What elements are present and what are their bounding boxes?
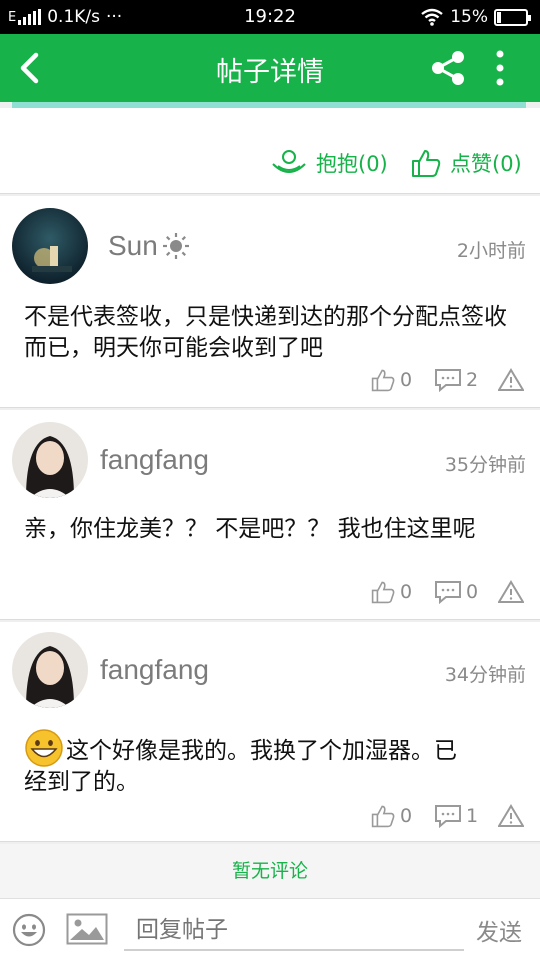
comment-item: fangfang 34分钟前 这个好像是我的。我换了个加湿器。已经到了的。 0 … [0, 622, 540, 842]
reply-count: 1 [466, 805, 479, 827]
comment-item: fangfang 35分钟前 亲，你住龙美？？ 不是吧？？ 我也住这里呢 0 0 [0, 410, 540, 620]
comment-time: 34分钟前 [444, 664, 526, 686]
comment-time: 35分钟前 [444, 454, 526, 476]
like-post-button[interactable]: 点赞(0) [410, 148, 522, 178]
report-button[interactable] [498, 580, 524, 604]
comment-meta: 0 1 [0, 804, 540, 832]
comment-like-button[interactable]: 0 [370, 368, 412, 392]
reply-count: 0 [466, 581, 479, 603]
warning-icon [498, 804, 524, 827]
avatar[interactable] [12, 208, 88, 284]
hug-button[interactable]: 抱抱(0) [270, 148, 388, 178]
avatar[interactable] [12, 632, 88, 708]
status-right: 15% [420, 7, 531, 27]
thumbs-up-icon [371, 805, 395, 828]
thumbs-up-icon [371, 581, 395, 604]
hug-label: 抱抱(0) [316, 152, 388, 176]
battery-icon [494, 8, 531, 26]
reply-count: 2 [466, 369, 479, 391]
username-text: Sun [108, 230, 158, 261]
like-count: 0 [400, 581, 413, 603]
chat-bubble-icon [435, 369, 461, 392]
comment-username[interactable]: Sun [108, 230, 190, 262]
comment-like-button[interactable]: 0 [370, 580, 412, 604]
sun-icon [162, 233, 189, 259]
report-button[interactable] [498, 368, 524, 392]
comment-meta: 0 0 [0, 580, 540, 608]
chat-bubble-icon [435, 805, 461, 828]
avatar[interactable] [12, 422, 88, 498]
chat-bubble-icon [435, 581, 461, 604]
report-button[interactable] [498, 804, 524, 828]
battery-percent: 15% [450, 7, 488, 27]
like-label: 点赞(0) [450, 152, 522, 176]
comment-text: 亲，你住龙美？？ 不是吧？？ 我也住这里呢 [24, 516, 476, 542]
wifi-icon [421, 8, 443, 26]
comment-username[interactable]: fangfang [100, 654, 209, 686]
thumbs-up-icon [371, 369, 395, 392]
title-bar: 帖子详情 [0, 34, 540, 102]
comment-text: 这个好像是我的。我换了个加湿器。已经到了的。 [24, 738, 457, 795]
comment-reply-button[interactable]: 0 [434, 580, 478, 604]
comment-reply-button[interactable]: 2 [434, 368, 478, 392]
like-count: 0 [400, 805, 413, 827]
warning-icon [498, 580, 524, 603]
more-icon[interactable] [488, 48, 512, 88]
thumbs-up-icon [412, 150, 441, 177]
comment-meta: 0 2 [0, 368, 540, 396]
comment-item: Sun 2小时前 不是代表签收，只是快递到达的那个分配点签收而已，明天你可能会收… [0, 196, 540, 408]
reply-bar: 发送 [0, 898, 540, 960]
status-bar: E 0.1K/s ··· 19:22 15% [0, 0, 540, 34]
hug-icon [272, 150, 306, 173]
image-icon[interactable] [66, 913, 108, 945]
reply-input[interactable] [124, 911, 464, 951]
comment-username[interactable]: fangfang [100, 444, 209, 476]
post-actions: 抱抱(0) 点赞(0) [0, 108, 540, 194]
send-button[interactable]: 发送 [476, 913, 522, 947]
share-icon[interactable] [428, 48, 468, 88]
comment-like-button[interactable]: 0 [370, 804, 412, 828]
comment-reply-button[interactable]: 1 [434, 804, 478, 828]
comment-time: 2小时前 [456, 240, 526, 262]
emoji-icon[interactable] [12, 913, 46, 947]
comment-text: 不是代表签收，只是快递到达的那个分配点签收而已，明天你可能会收到了吧 [24, 304, 507, 361]
like-count: 0 [400, 369, 413, 391]
no-comments-label: 暂无评论 [0, 844, 540, 898]
warning-icon [498, 368, 524, 391]
